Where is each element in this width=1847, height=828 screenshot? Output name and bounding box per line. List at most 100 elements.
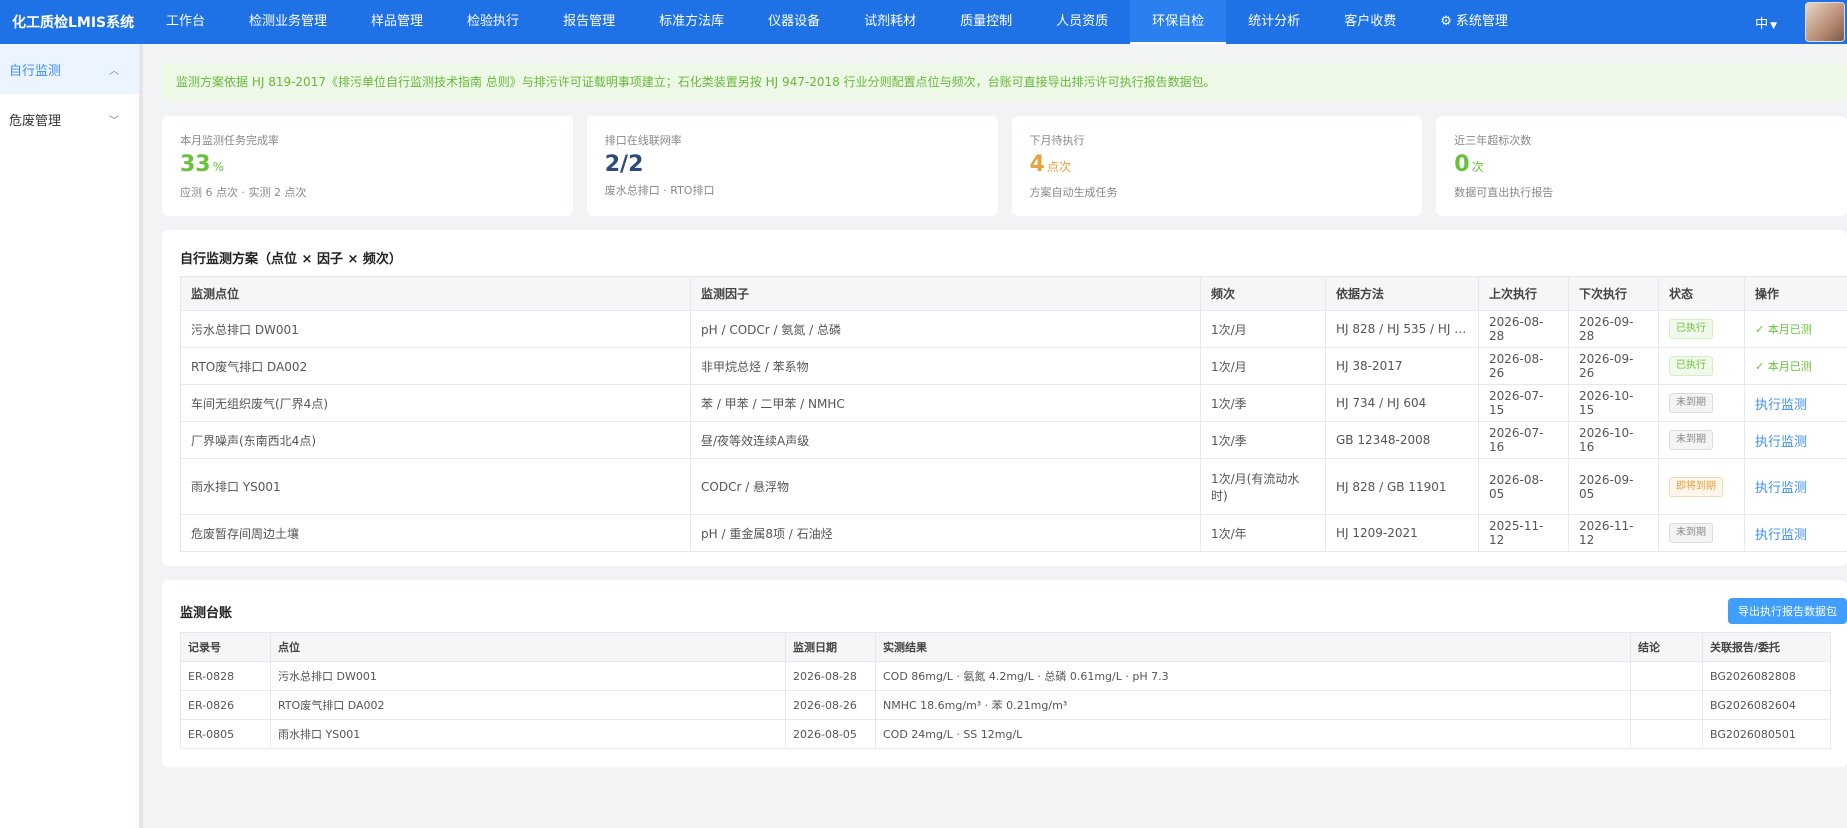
cell-action: 执行监测 [1744,421,1847,459]
cell-last-run: 2026-08-26 [1478,347,1569,385]
sidebar-item[interactable]: 危废管理 ﹀ [0,94,139,144]
main-content: 监测方案依据 HJ 819-2017《排污单位自行监测技术指南 总则》与排污许可… [162,44,1847,828]
language-label: 中 [1755,16,1769,32]
cell-date: 2026-08-05 [785,719,876,749]
run-monitoring-link[interactable]: 执行监测 [1755,528,1807,543]
cell-action: ✓ 本月已测 [1744,310,1847,348]
nav-item[interactable]: 检测业务管理 [227,0,349,44]
ledger-header: 监测台账 导出执行报告数据包 [180,598,1847,624]
column-header: 结论 [1630,632,1703,662]
cell-method: HJ 734 / HJ 604 [1325,384,1479,422]
cell-point: 厂界噪声(东南西北4点) [180,421,691,459]
nav-item[interactable]: 工作台 [144,0,227,44]
nav-item[interactable]: 仪器设备 [746,0,842,44]
stat-number: 4 [1029,152,1045,177]
sidebar-item-label: 危废管理 [9,113,62,129]
run-monitoring-link[interactable]: 执行监测 [1755,398,1807,413]
cell-frequency: 1次/月(有流动水时) [1200,458,1326,515]
cell-status: 未到期 [1658,421,1745,459]
plan-header-row: 监测点位 监测因子 频次 依据方法 上次执行 下次执行 状态 操作 [180,276,1847,311]
nav-item[interactable]: 客户收费 [1322,0,1418,44]
nav-item[interactable]: 检验执行 [445,0,541,44]
plan-title: 自行监测方案（点位 × 因子 × 频次） [180,252,402,267]
cell-frequency: 1次/月 [1200,310,1326,348]
cell-date: 2026-08-28 [785,661,876,691]
stats-row: 本月监测任务完成率 33% 应测 6 点次 · 实测 2 点次 排口在线联网率 2/2 废… [162,116,1847,216]
cell-point: 雨水排口 YS001 [180,458,691,515]
language-switch[interactable]: 中 ▼ [1755,13,1777,32]
cell-last-run: 2026-07-15 [1478,384,1569,422]
cell-point: 危废暂存间周边土壤 [180,514,691,552]
stat-label: 下月待执行 [1029,134,1085,147]
top-nav-bar: 化工质检LMIS系统 工作台 检测业务管理 样品管理 检验执行 报告管理 标准方法库 仪器设… [0,0,1847,44]
cell-report[interactable]: BG2026082808 [1702,661,1831,691]
sidebar-item[interactable]: 自行监测 ︿ [0,44,139,94]
cell-factors: 非甲烷总烃 / 苯系物 [690,347,1201,385]
cell-point: 污水总排口 DW001 [180,310,691,348]
export-report-button[interactable]: 导出执行报告数据包 [1728,598,1847,624]
run-monitoring-link[interactable]: 执行监测 [1755,435,1807,450]
plan-table: 监测点位 监测因子 频次 依据方法 上次执行 下次执行 状态 操作 污水总排口 DW001 pH… [180,276,1847,552]
main-nav: 工作台 检测业务管理 样品管理 检验执行 报告管理 标准方法库 仪器设备 试剂耗材 质量控制 人员… [144,0,1530,44]
nav-item[interactable]: 环保自检 [1130,0,1227,44]
cell-status: 即将到期 [1658,458,1745,515]
cell-method: HJ 1209-2021 [1325,514,1479,552]
nav-item-label: 系统管理 [1455,14,1508,29]
cell-report[interactable]: BG2026080501 [1702,719,1831,749]
nav-item[interactable]: 报告管理 [541,0,637,44]
column-header: 记录号 [180,632,271,662]
cell-point: 车间无组织废气(厂界4点) [180,384,691,422]
cell-record-id: ER-0828 [180,661,271,691]
app-title: 化工质检LMIS系统 [12,15,135,31]
cell-method: HJ 38-2017 [1325,347,1479,385]
table-row: 厂界噪声(东南西北4点) 昼/夜等效连续A声级 1次/季 GB 12348-2008 2… [180,421,1847,459]
stat-number: 2/2 [604,152,644,177]
nav-item[interactable]: 统计分析 [1226,0,1322,44]
cell-report[interactable]: BG2026082604 [1702,690,1831,720]
chevron-up-icon: ︿ [109,65,119,77]
cell-status: 已执行 [1658,347,1745,385]
stat-unit: 点次 [1046,160,1071,174]
ledger-table: 记录号 点位 监测日期 实测结果 结论 关联报告/委托 ER-0828 污水总排口 DW00… [180,632,1831,749]
avatar[interactable] [1805,2,1845,42]
run-monitoring-link[interactable]: 执行监测 [1755,481,1807,496]
cell-method: HJ 828 / HJ 535 / HJ 671 [1325,310,1479,348]
nav-item[interactable]: 试剂耗材 [842,0,938,44]
stat-value: 33% [180,152,555,180]
ledger-card: 监测台账 导出执行报告数据包 记录号 点位 监测日期 实测结果 结论 关联报告/委托 ER… [162,580,1847,767]
cell-conclusion [1630,719,1703,749]
cell-factors: 昼/夜等效连续A声级 [690,421,1201,459]
nav-item[interactable]: 人员资质 [1034,0,1130,44]
cell-next-run: 2026-09-05 [1568,458,1659,515]
table-row: 污水总排口 DW001 pH / CODCr / 氨氮 / 总磷 1次/月 HJ 82… [180,310,1847,348]
status-badge: 已执行 [1669,356,1713,376]
stat-card: 下月待执行 4 点次 方案自动生成任务 [1011,116,1423,216]
cell-conclusion [1630,661,1703,691]
gear-icon: ⚙ [1440,14,1452,29]
nav-item[interactable]: 质量控制 [938,0,1034,44]
nav-item[interactable]: 样品管理 [349,0,445,44]
cell-action: 执行监测 [1744,384,1847,422]
sidebar-item-label: 自行监测 [9,63,62,79]
cell-next-run: 2026-09-28 [1568,310,1659,348]
measured-label: ✓ 本月已测 [1755,323,1812,336]
stat-label: 排口在线联网率 [604,134,682,147]
nav-item-system[interactable]: ⚙ 系统管理 [1418,0,1530,44]
stat-card: 排口在线联网率 2/2 废水总排口 · RTO排口 [586,116,998,216]
cell-record-id: ER-0826 [180,690,271,720]
table-row: RTO废气排口 DA002 非甲烷总烃 / 苯系物 1次/月 HJ 38-2017 20… [180,347,1847,385]
cell-conclusion [1630,690,1703,720]
cell-last-run: 2026-08-28 [1478,310,1569,348]
cell-method: HJ 828 / GB 11901 [1325,458,1479,515]
chevron-down-icon: ﹀ [109,115,119,127]
stat-sub: 废水总排口 · RTO排口 [604,184,715,197]
table-row: ER-0805 雨水排口 YS001 2026-08-05 COD 24mg/L · … [180,719,1831,749]
cell-frequency: 1次/月 [1200,347,1326,385]
cell-status: 未到期 [1658,384,1745,422]
plan-card: 自行监测方案（点位 × 因子 × 频次） 监测点位 监测因子 频次 依据方法 上次执行下… [162,230,1847,566]
table-row: ER-0828 污水总排口 DW001 2026-08-28 COD 86mg/L ·… [180,661,1831,691]
stat-sub: 应测 6 点次 · 实测 2 点次 [180,186,307,199]
column-header: 频次 [1200,276,1326,311]
cell-frequency: 1次/季 [1200,384,1326,422]
nav-item[interactable]: 标准方法库 [637,0,746,44]
